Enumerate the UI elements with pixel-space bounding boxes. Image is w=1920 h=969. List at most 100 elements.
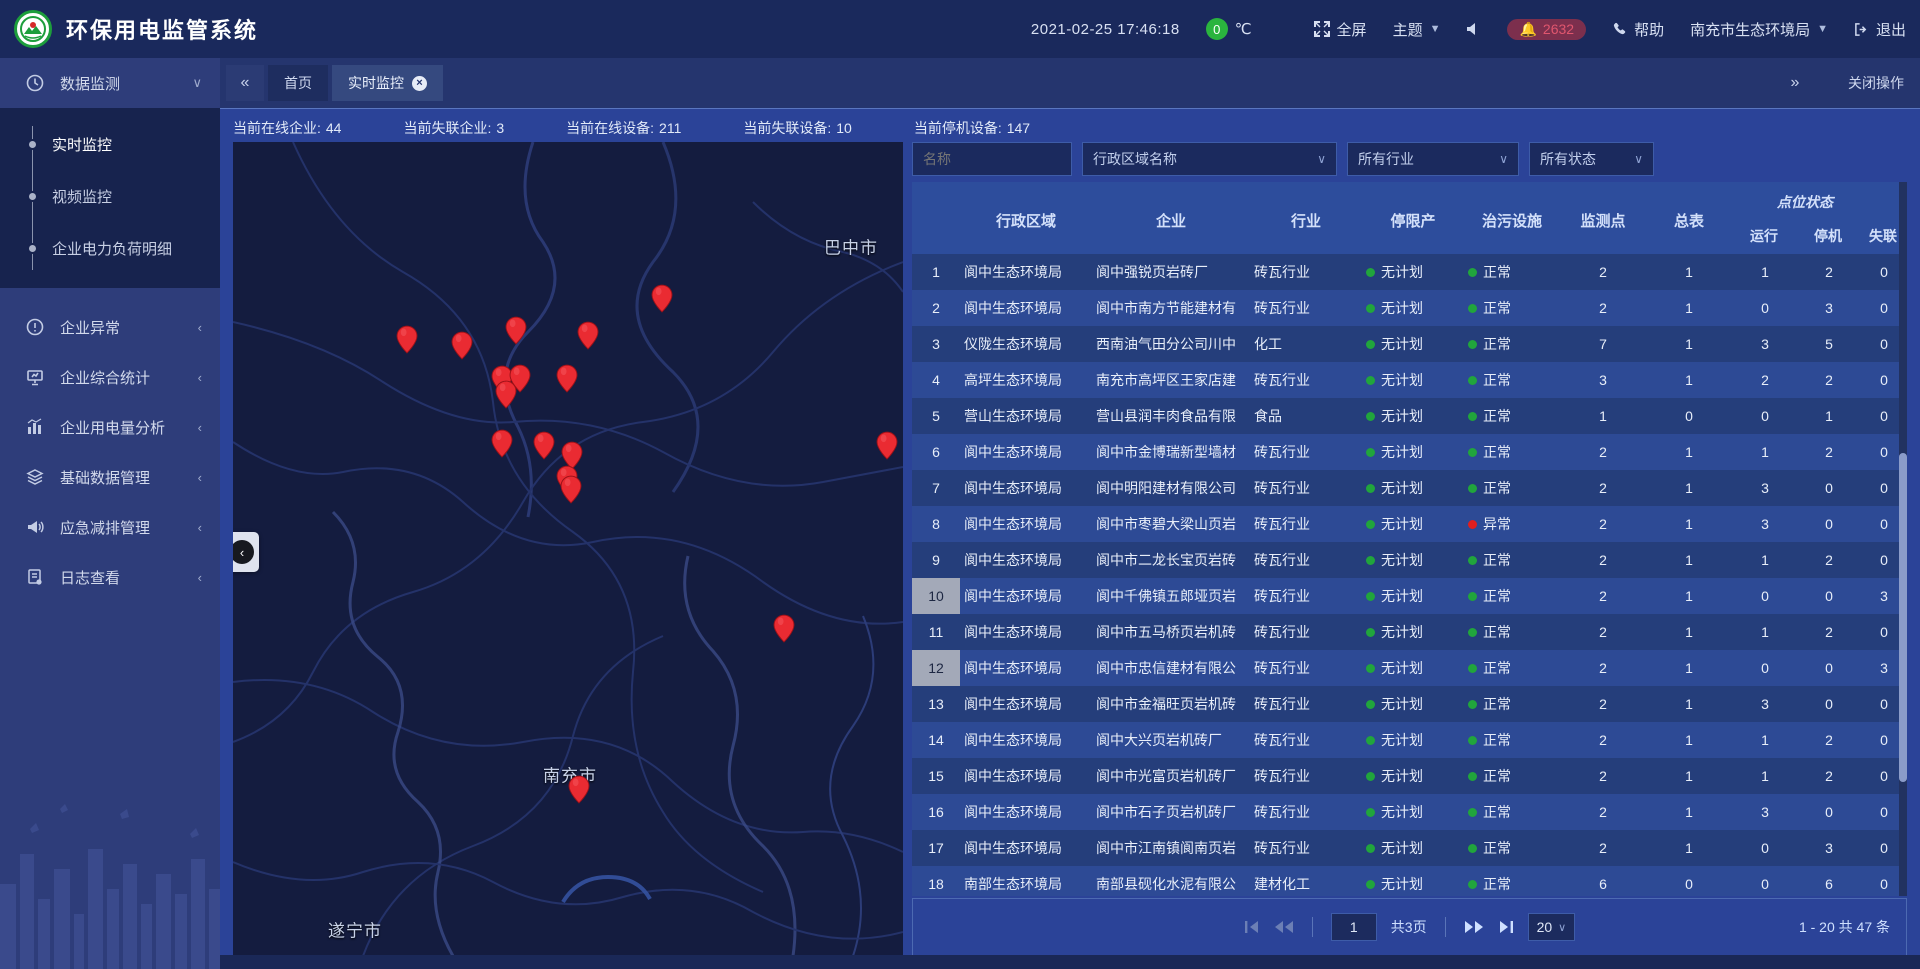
tab-close-icon[interactable]: × <box>412 76 427 91</box>
table-row[interactable]: 14阆中生态环境局阆中大兴页岩机砖厂砖瓦行业无计划正常21120 <box>912 722 1907 758</box>
last-page-button[interactable] <box>1498 920 1514 934</box>
app-title: 环保用电监管系统 <box>66 13 258 45</box>
cell-facility: 正常 <box>1464 298 1560 318</box>
cell-region: 阆中生态环境局 <box>960 658 1092 678</box>
industry-filter-select[interactable]: 所有行业 ∨ <box>1347 142 1519 176</box>
cell-stopped: 0 <box>1798 588 1860 604</box>
page-number-input[interactable] <box>1331 913 1377 941</box>
chevron-left-icon: ‹ <box>198 320 202 335</box>
table-row[interactable]: 5营山生态环境局营山县润丰肉食品有限食品无计划正常10010 <box>912 398 1907 434</box>
sidebar-item-realtime-monitor[interactable]: 实时监控 <box>0 118 220 170</box>
sidebar-item-log-view[interactable]: 日志查看 ‹ <box>0 552 220 602</box>
table-row[interactable]: 13阆中生态环境局阆中市金福旺页岩机砖砖瓦行业无计划正常21300 <box>912 686 1907 722</box>
cell-running: 3 <box>1732 696 1798 712</box>
sidebar-item-power-load-detail[interactable]: 企业电力负荷明细 <box>0 222 220 274</box>
table-row[interactable]: 18南部生态环境局南部县砚化水泥有限公建材化工无计划正常60060 <box>912 866 1907 896</box>
sidebar-item-video-monitor[interactable]: 视频监控 <box>0 170 220 222</box>
tab-home[interactable]: 首页 <box>268 65 328 101</box>
theme-dropdown[interactable]: 主题▼ <box>1393 19 1441 40</box>
table-row[interactable]: 8阆中生态环境局阆中市枣碧大梁山页岩砖瓦行业无计划异常21300 <box>912 506 1907 542</box>
bar-chart-icon <box>24 418 46 436</box>
table-row[interactable]: 4高坪生态环境局南充市高坪区王家店建砖瓦行业无计划正常31220 <box>912 362 1907 398</box>
first-page-button[interactable] <box>1244 920 1260 934</box>
row-number: 6 <box>912 434 960 470</box>
map-pin-icon[interactable] <box>505 316 528 350</box>
scrollbar-thumb[interactable] <box>1899 453 1907 781</box>
sound-mute-button[interactable] <box>1466 22 1481 36</box>
cell-region: 阆中生态环境局 <box>960 514 1092 534</box>
map-pin-icon[interactable] <box>568 775 591 809</box>
status-filter-select[interactable]: 所有状态 ∨ <box>1529 142 1654 176</box>
page-size-select[interactable]: 20 ∨ <box>1528 913 1576 941</box>
cell-limit: 无计划 <box>1362 478 1464 498</box>
chevron-down-icon: ▼ <box>1430 23 1441 35</box>
cell-running: 3 <box>1732 480 1798 496</box>
map-pin-icon[interactable] <box>396 325 419 359</box>
cell-company: 南部县砚化水泥有限公 <box>1092 874 1250 894</box>
stat-stopped-devices: 当前停机设备:147 <box>914 118 1030 138</box>
sidebar-item-basic-data-management[interactable]: 基础数据管理 ‹ <box>0 452 220 502</box>
map-pin-icon[interactable] <box>533 431 556 465</box>
tabs-scroll-right-button[interactable]: » <box>1776 65 1814 101</box>
sidebar-item-emergency-reduction[interactable]: 应急减排管理 ‹ <box>0 502 220 552</box>
table-row[interactable]: 16阆中生态环境局阆中市石子页岩机砖厂砖瓦行业无计划正常21300 <box>912 794 1907 830</box>
map-panel[interactable]: ‹ 巴中市南充市遂宁市 <box>233 142 903 956</box>
map-pin-icon[interactable] <box>451 331 474 365</box>
close-operations-button[interactable]: 关闭操作 <box>1848 73 1904 93</box>
cell-industry: 砖瓦行业 <box>1250 766 1362 786</box>
cell-region: 阆中生态环境局 <box>960 622 1092 642</box>
help-button[interactable]: 帮助 <box>1612 19 1664 40</box>
table-row[interactable]: 15阆中生态环境局阆中市光富页岩机砖厂砖瓦行业无计划正常21120 <box>912 758 1907 794</box>
stat-offline-devices: 当前失联设备:10 <box>743 118 851 138</box>
prev-page-button[interactable] <box>1274 920 1294 934</box>
cell-stopped: 2 <box>1798 552 1860 568</box>
name-filter-input[interactable] <box>923 151 1061 167</box>
cell-industry: 砖瓦行业 <box>1250 550 1362 570</box>
sidebar-item-enterprise-statistics[interactable]: 企业综合统计 ‹ <box>0 352 220 402</box>
cell-meters: 1 <box>1646 372 1732 388</box>
table-row[interactable]: 10阆中生态环境局阆中千佛镇五郎垭页岩砖瓦行业无计划正常21003 <box>912 578 1907 614</box>
cell-running: 0 <box>1732 408 1798 424</box>
map-pin-icon[interactable] <box>876 431 899 465</box>
map-pin-icon[interactable] <box>556 364 579 398</box>
cell-meters: 1 <box>1646 732 1732 748</box>
sidebar-item-data-monitoring[interactable]: 数据监测 ∨ <box>0 58 220 108</box>
region-filter-select[interactable]: 行政区域名称 ∨ <box>1082 142 1337 176</box>
fullscreen-button[interactable]: 全屏 <box>1314 19 1367 40</box>
sidebar-item-power-usage-analysis[interactable]: 企业用电量分析 ‹ <box>0 402 220 452</box>
map-pin-icon[interactable] <box>560 475 583 509</box>
table-row[interactable]: 12阆中生态环境局阆中市忠信建材有限公砖瓦行业无计划正常21003 <box>912 650 1907 686</box>
next-page-button[interactable] <box>1464 920 1484 934</box>
cell-meters: 1 <box>1646 840 1732 856</box>
map-pin-icon[interactable] <box>577 321 600 355</box>
table-row[interactable]: 7阆中生态环境局阆中明阳建材有限公司砖瓦行业无计划正常21300 <box>912 470 1907 506</box>
map-pin-icon[interactable] <box>773 614 796 648</box>
logout-button[interactable]: 退出 <box>1854 19 1906 40</box>
sidebar-item-enterprise-abnormal[interactable]: 企业异常 ‹ <box>0 302 220 352</box>
map-pin-icon[interactable] <box>651 284 674 318</box>
table-scrollbar[interactable] <box>1899 182 1907 896</box>
cell-company: 阆中市江南镇阆南页岩 <box>1092 838 1250 858</box>
table-row[interactable]: 6阆中生态环境局阆中市金博瑞新型墙材砖瓦行业无计划正常21120 <box>912 434 1907 470</box>
table-row[interactable]: 3仪陇生态环境局西南油气田分公司川中化工无计划正常71350 <box>912 326 1907 362</box>
table-row[interactable]: 11阆中生态环境局阆中市五马桥页岩机砖砖瓦行业无计划正常21120 <box>912 614 1907 650</box>
org-dropdown[interactable]: 南充市生态环境局▼ <box>1690 19 1828 40</box>
map-pin-icon[interactable] <box>491 429 514 463</box>
table-row[interactable]: 17阆中生态环境局阆中市江南镇阆南页岩砖瓦行业无计划正常21030 <box>912 830 1907 866</box>
map-pin-icon[interactable] <box>495 380 518 414</box>
cell-stopped: 2 <box>1798 768 1860 784</box>
tab-realtime-monitor[interactable]: 实时监控 × <box>332 65 443 101</box>
stat-online-devices: 当前在线设备:211 <box>566 118 681 138</box>
map-collapse-toggle[interactable]: ‹ <box>233 532 259 572</box>
cell-meters: 0 <box>1646 408 1732 424</box>
cell-region: 阆中生态环境局 <box>960 730 1092 750</box>
table-row[interactable]: 1阆中生态环境局阆中强锐页岩砖厂砖瓦行业无计划正常21120 <box>912 254 1907 290</box>
notification-badge[interactable]: 🔔 2632 <box>1507 19 1586 40</box>
col-company: 企业 <box>1092 206 1250 231</box>
table-row[interactable]: 9阆中生态环境局阆中市二龙长宝页岩砖砖瓦行业无计划正常21120 <box>912 542 1907 578</box>
table-row[interactable]: 2阆中生态环境局阆中市南方节能建材有砖瓦行业无计划正常21030 <box>912 290 1907 326</box>
cell-meters: 1 <box>1646 552 1732 568</box>
total-pages-label: 共3页 <box>1391 917 1427 937</box>
cell-facility: 正常 <box>1464 442 1560 462</box>
tabs-scroll-left-button[interactable]: « <box>226 65 264 101</box>
